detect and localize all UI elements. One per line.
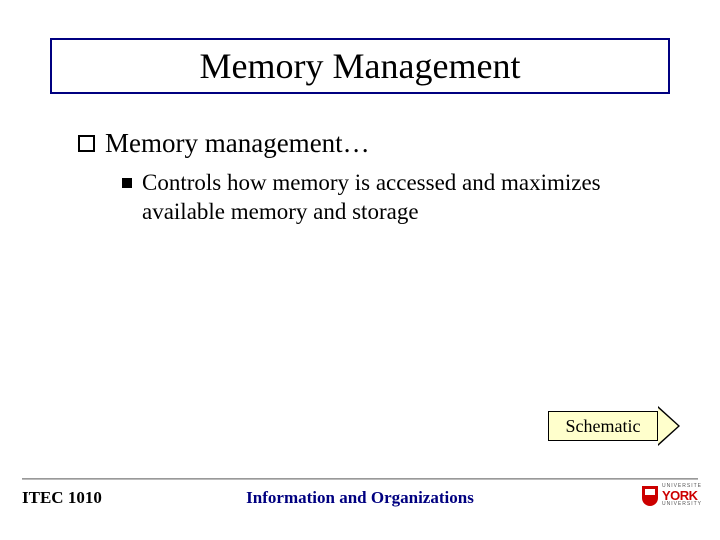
title-bar: Memory Management [50, 38, 670, 94]
content-area: Memory management… Controls how memory i… [78, 128, 658, 227]
footer-divider [22, 478, 698, 480]
york-logo: UNIVERSITE YORK UNIVERSITY [642, 484, 702, 507]
filled-square-bullet-icon [122, 178, 132, 188]
crest-icon [642, 486, 658, 506]
bullet-row: Memory management… [78, 128, 658, 159]
title-inner: Memory Management [52, 40, 668, 92]
footer-course-title: Information and Organizations [0, 488, 720, 508]
arrow-head-icon [658, 406, 680, 446]
logo-text-block: UNIVERSITE YORK UNIVERSITY [662, 484, 702, 507]
schematic-arrow[interactable]: Schematic [548, 408, 682, 444]
arrow-label: Schematic [548, 411, 658, 441]
logo-sub-text: UNIVERSITY [662, 502, 702, 507]
slide-title: Memory Management [200, 45, 521, 87]
bullet-text: Memory management… [105, 128, 370, 159]
sub-bullet-text: Controls how memory is accessed and maxi… [142, 169, 658, 227]
square-bullet-icon [78, 135, 95, 152]
sub-bullet-row: Controls how memory is accessed and maxi… [122, 169, 658, 227]
